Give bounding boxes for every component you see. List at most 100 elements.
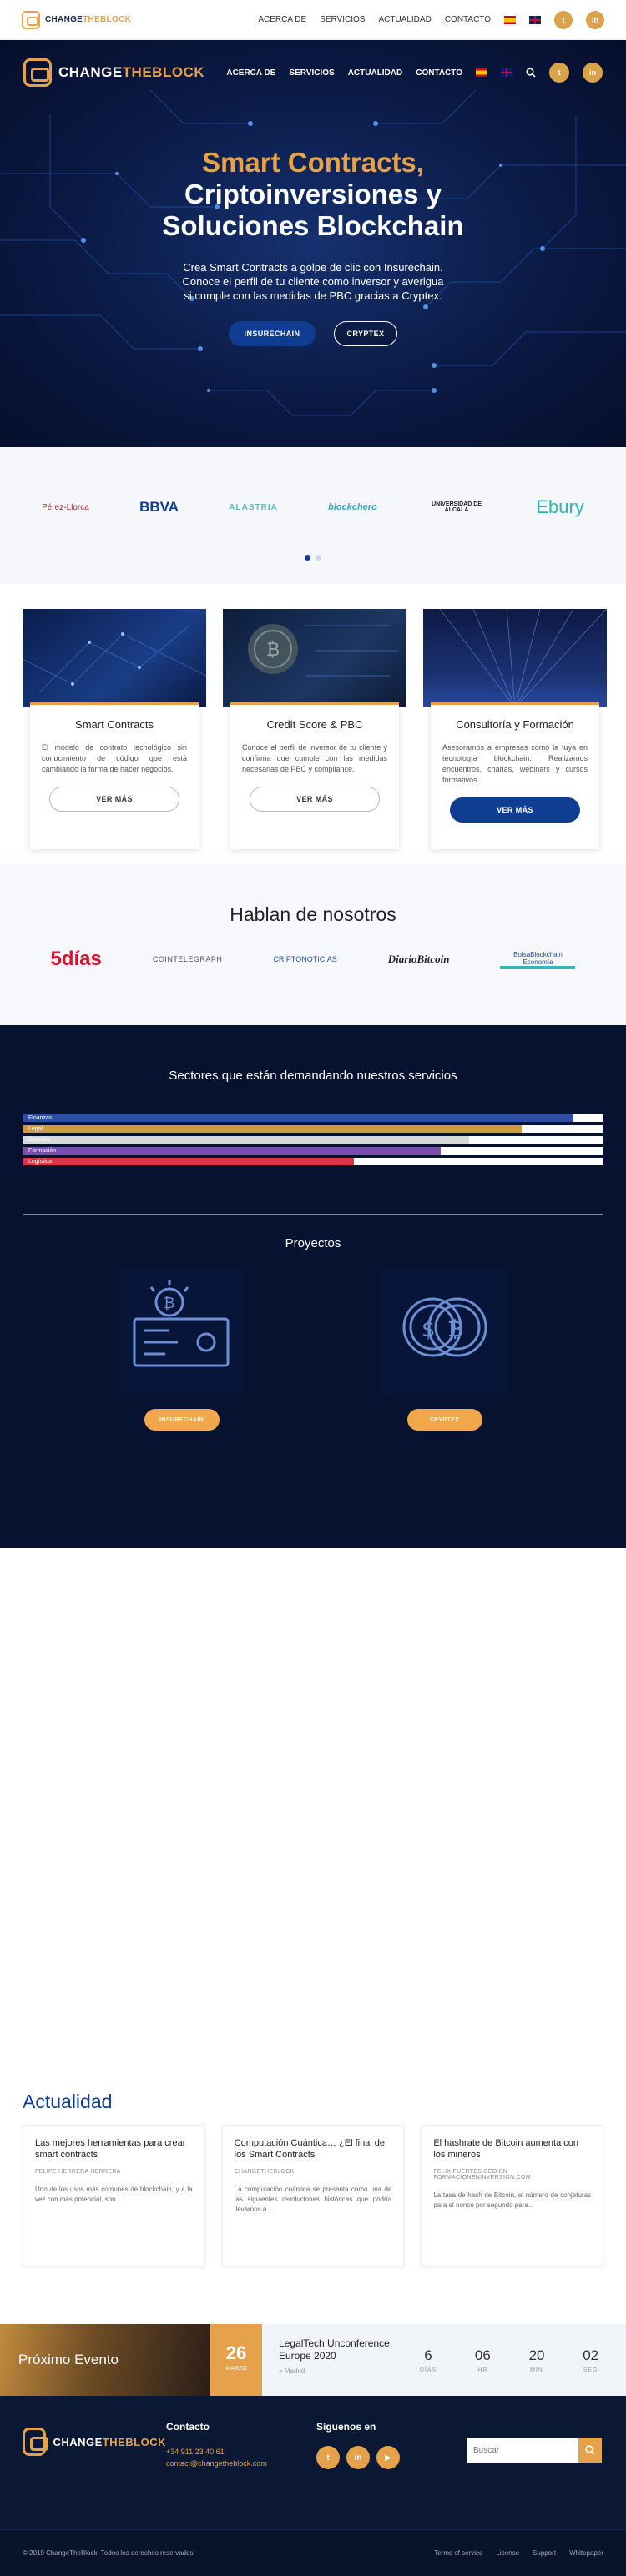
news-title: Actualidad [23, 2090, 113, 2112]
search-input[interactable] [467, 2438, 578, 2463]
logo-icon [22, 10, 40, 29]
see-more-button[interactable]: VER MÁS [250, 787, 380, 812]
hero: CHANGETHEBLOCK ACERCA DE SERVICIOS ACTUA… [0, 40, 626, 447]
svg-text:₿: ₿ [447, 1317, 463, 1342]
search-button[interactable] [578, 2438, 602, 2463]
nav-services[interactable]: SERVICIOS [289, 68, 334, 78]
nav-news[interactable]: ACTUALIDAD [348, 68, 403, 78]
logo[interactable]: CHANGETHEBLOCK [22, 10, 131, 29]
blank-area [0, 1548, 626, 2090]
partner-logo: Ebury [536, 496, 584, 517]
sector-bar-fill [23, 1158, 354, 1165]
sector-bar: Formación [23, 1147, 603, 1155]
see-more-button[interactable]: VER MÁS [49, 787, 179, 812]
english-flag-icon[interactable] [529, 15, 541, 24]
carousel-dot[interactable] [305, 555, 310, 561]
svg-text:₿: ₿ [164, 1295, 174, 1312]
press-logo: COINTELEGRAPH [152, 955, 223, 963]
nav-contact[interactable]: CONTACTO [445, 15, 491, 24]
logo-icon [23, 58, 52, 87]
nav-news[interactable]: ACTUALIDAD [378, 15, 431, 24]
see-more-button[interactable]: VER MÁS [450, 797, 580, 823]
linkedin-icon[interactable]: in [586, 10, 604, 29]
partner-logo: Pérez-Llorca [42, 502, 89, 512]
event-banner: Próximo Evento [0, 2324, 210, 2396]
footer-logo[interactable]: CHANGETHEBLOCK [23, 2428, 166, 2456]
sector-bar-label: Legal [28, 1126, 43, 1132]
news-card[interactable]: Computación Cuántica… ¿El final de los S… [221, 2125, 405, 2267]
license-link[interactable]: License [496, 2549, 519, 2557]
event-date: 26 MARZO [210, 2324, 262, 2396]
partner-logo: ALASTRIA [229, 502, 278, 512]
service-text: Asesoramos a empresas como la tuya en te… [442, 743, 588, 784]
sector-bar: Finanzas [23, 1114, 603, 1122]
logo-icon [23, 2428, 49, 2456]
sector-bar-fill [23, 1114, 574, 1122]
event-title[interactable]: LegalTech Unconference Europe 2020 [279, 2337, 401, 2362]
next-event: Próximo Evento 26 MARZO LegalTech Unconf… [0, 2324, 626, 2396]
sector-bar-fill [23, 1147, 441, 1155]
news-card-title[interactable]: Las mejores herramientas para crear smar… [35, 2137, 193, 2161]
sector-bar: Legal [23, 1125, 603, 1133]
cryptex-project-button[interactable]: CRYPTEX [406, 1409, 482, 1431]
spanish-flag-icon[interactable] [504, 15, 516, 24]
nav-about[interactable]: ACERCA DE [258, 15, 306, 24]
carousel-dot[interactable] [316, 555, 321, 561]
terms-link[interactable]: Terms of service [434, 2549, 482, 2557]
partners-carousel: Pérez-Llorca BBVA ALASTRIA blockchero UN… [0, 447, 626, 584]
linkedin-icon[interactable]: in [583, 63, 603, 83]
news-card-author: CHANGETHEBLOCK [234, 2169, 295, 2175]
whitepaper-link[interactable]: Whitepaper [569, 2549, 603, 2557]
service-text: Conoce el perfil de inversor de tu clien… [242, 743, 387, 773]
service-image [23, 609, 206, 707]
twitter-icon[interactable]: t [554, 10, 573, 29]
top-nav: ACERCA DE SERVICIOS ACTUALIDAD CONTACTO … [258, 10, 604, 29]
support-link[interactable]: Support [533, 2549, 556, 2557]
event-countdown: 6 DÍAS 06 HR 20 MIN 02 SEG [419, 2347, 599, 2373]
english-flag-icon[interactable] [501, 68, 512, 77]
nav-services[interactable]: SERVICIOS [320, 15, 365, 24]
contact-phone[interactable]: +34 911 23 40 61 [166, 2446, 316, 2458]
services: Smart Contracts El modelo de contrato te… [0, 584, 626, 863]
twitter-icon[interactable]: t [549, 63, 569, 83]
news-card[interactable]: Las mejores herramientas para crear smar… [23, 2125, 205, 2267]
svg-text:$: $ [422, 1317, 436, 1342]
twitter-icon[interactable]: t [316, 2446, 340, 2469]
news-card-author: FELIX FUERTES.CEO EN FORMACIONENINVERSIO… [433, 2169, 531, 2181]
footer: CHANGETHEBLOCK Contacto +34 911 23 40 61… [0, 2396, 626, 2529]
insurechain-button[interactable]: INSURECHAIN [229, 321, 316, 346]
partner-logo: BBVA [139, 499, 179, 515]
service-image [423, 609, 607, 707]
press-title: Hablan de nosotros [230, 903, 396, 925]
linkedin-icon[interactable]: in [346, 2446, 370, 2469]
partner-logo: blockchero [328, 502, 377, 512]
service-title: Consultoría y Formación [456, 718, 574, 731]
news-card-title[interactable]: Computación Cuántica… ¿El final de los S… [235, 2137, 392, 2161]
svg-text:₿: ₿ [266, 640, 280, 661]
news-card[interactable]: El hashrate de Bitcoin aumenta con los m… [421, 2125, 604, 2267]
youtube-icon[interactable]: ▶ [376, 2446, 400, 2469]
main-logo[interactable]: CHANGETHEBLOCK [23, 58, 204, 87]
news-card-author: FELIPE HERRERA HERRERA [35, 2169, 121, 2175]
news-card-excerpt: La computación cuántica se presenta como… [234, 2186, 392, 2213]
press-logo: BolsaBlockchain Economía [500, 951, 576, 969]
service-card: Consultoría y Formación Asesoramos a emp… [423, 609, 607, 863]
cryptex-button[interactable]: CRYPTEX [334, 321, 397, 346]
partner-logo: UNIVERSIDAD DE ALCALÁ [432, 501, 482, 513]
sector-bar-fill [23, 1125, 522, 1133]
main-nav: CHANGETHEBLOCK ACERCA DE SERVICIOS ACTUA… [0, 40, 626, 87]
search-icon [585, 2445, 595, 2455]
event-location: Madrid [284, 2367, 305, 2375]
location-pin-icon: ⌖ [279, 2367, 283, 2375]
news-card-excerpt: La tasa de hash de Bitcoin, el número de… [433, 2191, 592, 2209]
search-icon[interactable] [526, 68, 536, 78]
service-card: ₿ Credit Score & PBC Conoce el perfil de… [223, 609, 406, 863]
contact-email[interactable]: contact@changetheblock.com [166, 2458, 316, 2469]
nav-contact[interactable]: CONTACTO [416, 68, 462, 78]
hero-menu: ACERCA DE SERVICIOS ACTUALIDAD CONTACTO … [226, 63, 603, 83]
sector-bar-label: Formación [28, 1148, 57, 1154]
nav-about[interactable]: ACERCA DE [226, 68, 275, 78]
insurechain-project-button[interactable]: INSURECHAIN [144, 1409, 220, 1431]
spanish-flag-icon[interactable] [476, 68, 487, 77]
news-card-title[interactable]: El hashrate de Bitcoin aumenta con los m… [433, 2137, 591, 2161]
